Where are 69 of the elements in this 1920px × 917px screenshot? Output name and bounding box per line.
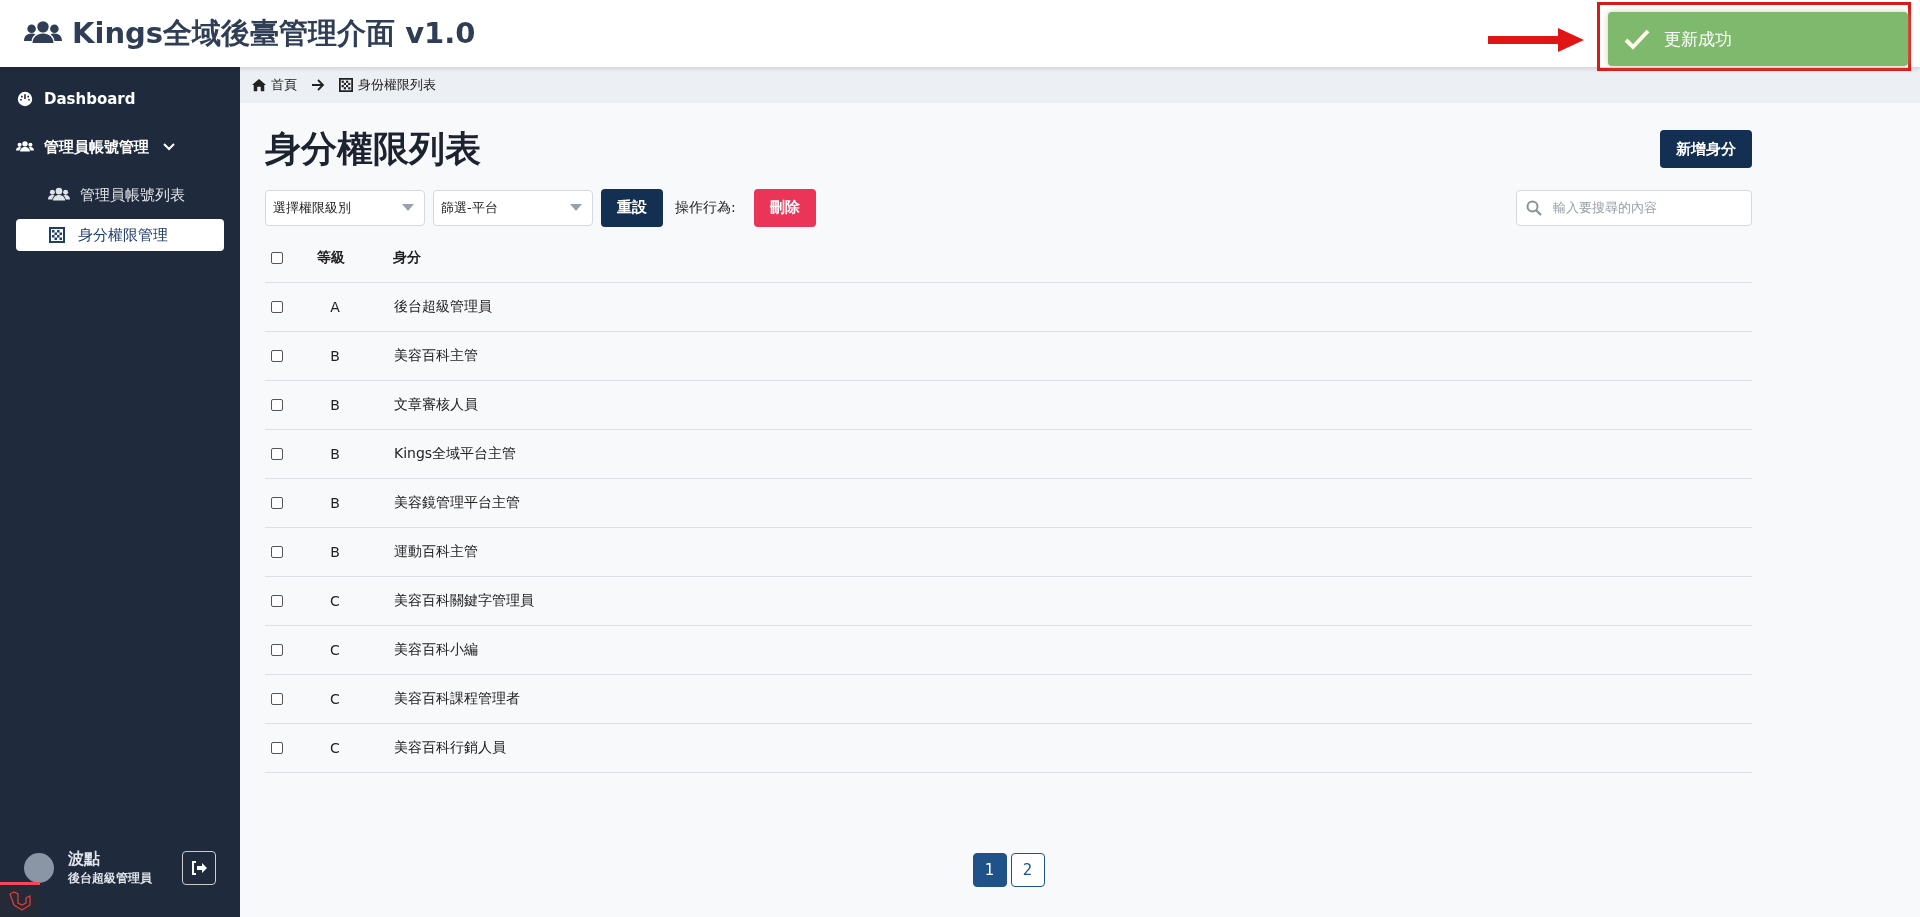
table-cell-text: C xyxy=(329,642,341,658)
debugbar-tab[interactable] xyxy=(0,882,40,917)
table-cell-text: C xyxy=(329,740,341,756)
grid-icon xyxy=(339,78,353,92)
table-cell: 美容鏡管理平台主管 xyxy=(394,494,520,512)
check-icon xyxy=(1624,28,1650,50)
table-cell-text: A xyxy=(329,299,341,315)
checkbox[interactable] xyxy=(271,644,283,656)
checkbox[interactable] xyxy=(271,546,283,558)
arrow-right-icon xyxy=(311,79,325,91)
column-header: 身分 xyxy=(393,249,421,267)
caret-down-icon xyxy=(402,204,414,211)
table-cell-text: C xyxy=(329,691,341,707)
logout-button[interactable] xyxy=(182,851,216,885)
checkbox[interactable] xyxy=(271,693,283,705)
table-cell: 運動百科主管 xyxy=(394,543,478,561)
sidebar-item[interactable]: 身分權限管理 xyxy=(16,219,224,251)
grid-icon xyxy=(46,227,68,243)
table-cell: 美容百科小編 xyxy=(394,641,478,659)
table-cell: 美容百科關鍵字管理員 xyxy=(394,592,534,610)
table-cell-text: B xyxy=(329,348,341,364)
sidebar-item[interactable]: 管理員帳號列表 xyxy=(16,179,224,211)
dashboard-icon xyxy=(16,91,34,107)
search-field[interactable]: 輸入要搜尋的內容 xyxy=(1516,189,1752,226)
cube-logo-icon xyxy=(8,889,32,913)
checkbox[interactable] xyxy=(271,595,283,607)
table-cell: 美容百科主管 xyxy=(394,347,478,365)
checkbox[interactable] xyxy=(271,399,283,411)
dropdown[interactable]: 篩選-平台 xyxy=(433,189,593,226)
table-cell-text: C xyxy=(329,593,341,609)
table-cell: 後台超級管理員 xyxy=(394,298,492,316)
delete-button[interactable]: 刪除 xyxy=(753,188,816,227)
breadcrumb-link[interactable]: 首頁 xyxy=(271,76,297,94)
table-cell: 美容百科課程管理者 xyxy=(394,690,520,708)
table-cell-text: B xyxy=(329,495,341,511)
table-cell-text: B xyxy=(329,544,341,560)
dropdown[interactable]: 選擇權限級別 xyxy=(265,189,425,226)
table-cell-text: B xyxy=(329,446,341,462)
users-icon xyxy=(48,187,70,203)
checkbox[interactable] xyxy=(271,742,283,754)
checkbox[interactable] xyxy=(271,448,283,460)
logout-icon xyxy=(191,861,207,875)
app-title: Kings全域後臺管理介面 v1.0 xyxy=(72,14,476,52)
checkbox[interactable] xyxy=(271,252,283,264)
user-role: 後台超級管理員 xyxy=(68,870,152,887)
caret-down-icon xyxy=(570,204,582,211)
breadcrumb-link[interactable]: 身份權限列表 xyxy=(358,76,436,94)
table-cell: Kings全域平台主管 xyxy=(394,445,517,463)
users-icon xyxy=(16,139,34,155)
avatar xyxy=(24,853,54,883)
sidebar-item[interactable]: Dashboard xyxy=(16,83,224,115)
table-cell-text: B xyxy=(329,397,341,413)
add-role-button[interactable]: 新增身分 xyxy=(1660,130,1752,168)
search-icon xyxy=(1526,199,1542,216)
table-cell: 文章審核人員 xyxy=(394,396,478,414)
reset-button[interactable]: 重設 xyxy=(601,188,663,227)
page-button[interactable]: 2 xyxy=(1010,853,1045,887)
toast-message: 更新成功 xyxy=(1664,27,1732,51)
checkbox[interactable] xyxy=(271,350,283,362)
page-title: 身分權限列表 xyxy=(265,126,481,171)
home-icon xyxy=(252,78,266,92)
user-name: 波點 xyxy=(68,849,101,870)
column-header: 等級 xyxy=(317,249,345,267)
checkbox[interactable] xyxy=(271,497,283,509)
action-label: 操作行為: xyxy=(675,198,736,217)
page-button[interactable]: 1 xyxy=(972,853,1007,887)
checkbox[interactable] xyxy=(271,301,283,313)
sidebar-item[interactable]: 管理員帳號管理 xyxy=(16,131,224,163)
table-cell: 美容百科行銷人員 xyxy=(394,739,506,757)
